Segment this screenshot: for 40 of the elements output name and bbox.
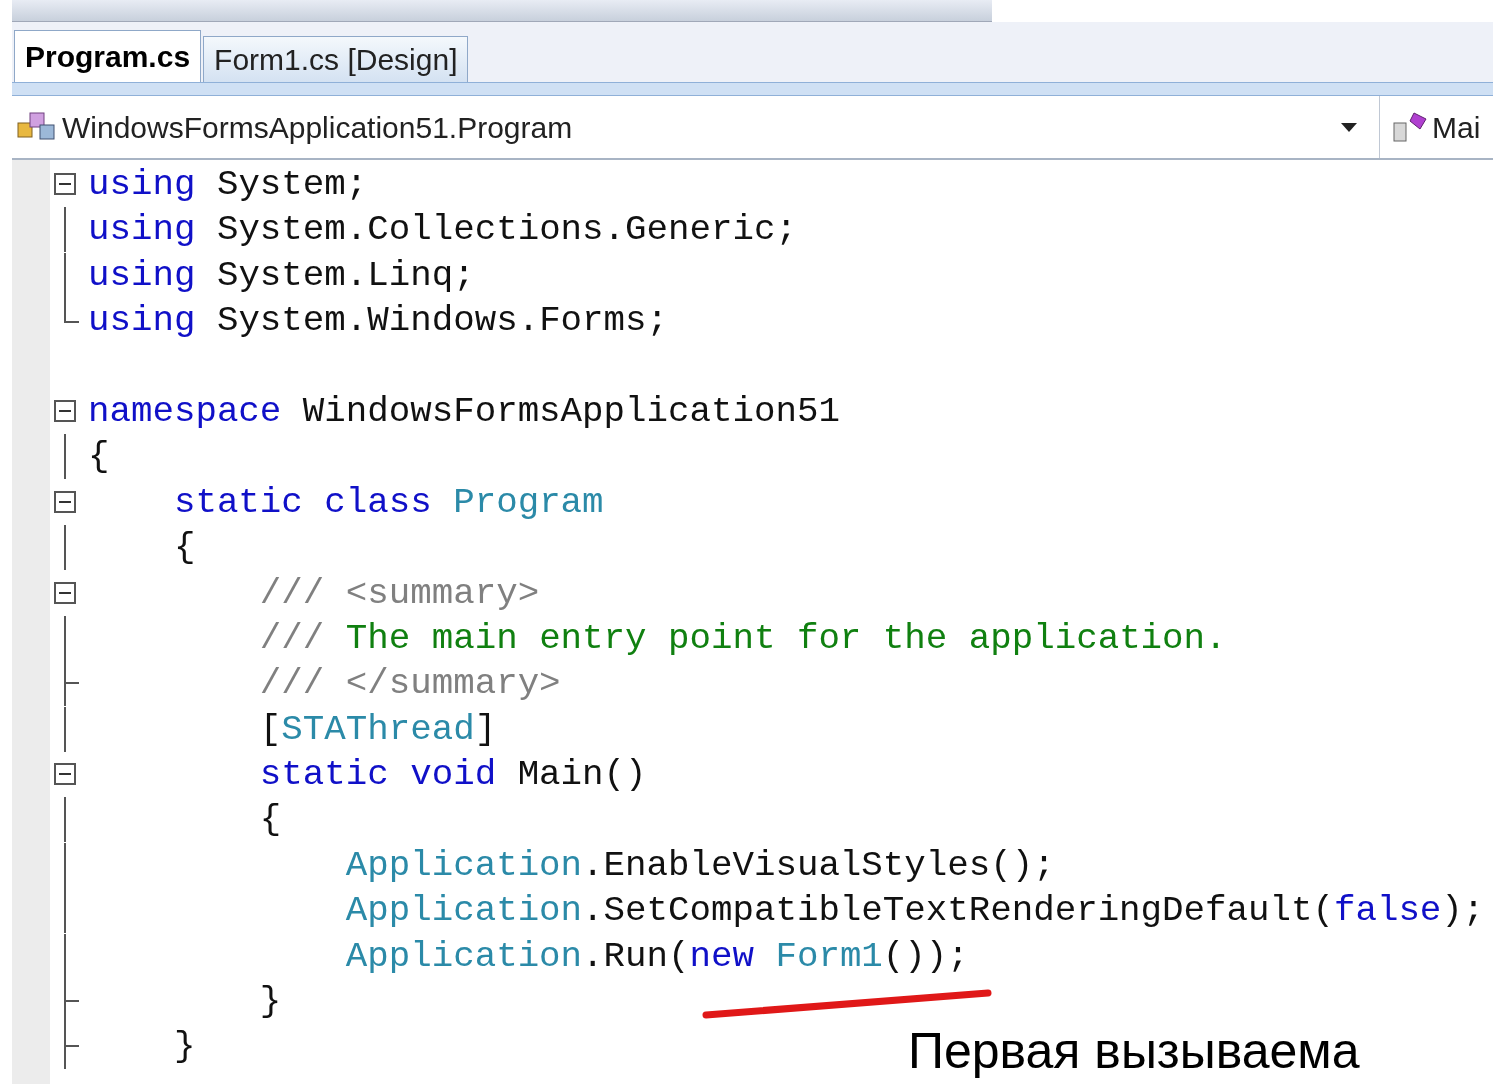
type-name: WindowsFormsApplication51.Program <box>62 109 573 146</box>
fold-end-line <box>63 1024 79 1070</box>
file-tab[interactable]: Program.cs <box>14 30 202 82</box>
fold-end-line <box>63 661 79 707</box>
code-line: namespace WindowsFormsApplication51 <box>88 389 840 434</box>
code-line: { <box>172 526 196 571</box>
code-line: using System.Linq; <box>88 253 475 298</box>
code-line: } <box>258 980 282 1025</box>
code-line: [STAThread] <box>258 707 497 752</box>
caption-text: Первая вызываема <box>908 1026 1360 1076</box>
code-line: { <box>88 435 110 480</box>
member-dropdown[interactable]: Mai <box>1380 96 1493 158</box>
code-line: static void Main() <box>258 753 647 798</box>
code-line: Application.SetCompatibleTextRenderingDefault(false); <box>344 889 1485 934</box>
type-dropdown[interactable]: WindowsFormsApplication51.Program <box>12 96 1380 158</box>
fold-line <box>63 525 67 571</box>
fold-line <box>63 434 67 480</box>
file-tab[interactable]: Form1.cs [Design] <box>203 36 469 82</box>
code-line: /// The main entry point for the application. <box>258 616 1227 661</box>
fold-end-line <box>63 298 79 325</box>
code-line: using System; <box>88 163 368 207</box>
code-line: using System.Windows.Forms; <box>88 299 669 344</box>
collapse-icon[interactable] <box>54 581 76 606</box>
collapse-icon[interactable] <box>54 763 76 788</box>
member-name: Mai <box>1432 109 1481 146</box>
code-line: { <box>258 798 282 843</box>
collapse-icon[interactable] <box>54 173 76 197</box>
code-line: /// <summary> <box>258 571 540 616</box>
code-line: static class Program <box>172 480 604 525</box>
collapse-icon[interactable] <box>54 399 76 424</box>
code-line: Application.EnableVisualStyles(); <box>344 843 1055 888</box>
fold-line <box>63 706 67 752</box>
code-line: /// </summary> <box>258 662 561 707</box>
dropdown-arrow-icon <box>1339 121 1359 133</box>
code-line: using System.Collections.Generic; <box>88 208 797 253</box>
fold-line <box>63 615 67 661</box>
code-line: } <box>172 1025 196 1070</box>
collapse-icon[interactable] <box>54 490 76 515</box>
code-line: Application.Run(new Form1()); <box>344 934 969 979</box>
fold-end-line <box>63 979 79 1025</box>
